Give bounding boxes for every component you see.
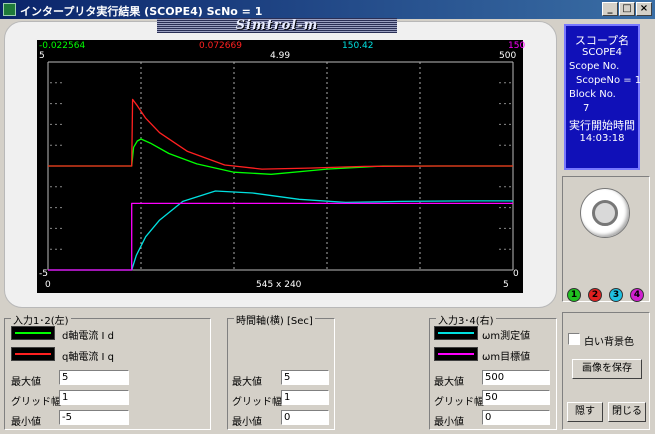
series-line-4 <box>48 202 513 271</box>
input12-grid-field[interactable]: 1 <box>59 390 129 405</box>
input34-legend1-swatch <box>434 326 478 340</box>
time-axis-group: 時間軸(横) [Sec] 最大値 5 グリッド幅 1 最小値 0 <box>227 312 335 430</box>
scope-frame: Simtrol-m -0.022564 0.072669 150.42 150 … <box>4 18 557 308</box>
start-time-value: 14:03:18 <box>579 133 625 144</box>
input12-title: 入力1･2(左) <box>11 312 71 327</box>
white-background-checkbox[interactable] <box>568 333 580 345</box>
input12-max-field[interactable]: 5 <box>59 370 129 385</box>
start-time-label: 実行開始時間 <box>569 119 635 132</box>
input34-legend2-swatch <box>434 347 478 361</box>
input34-title: 入力3･4(右) <box>436 312 496 327</box>
input34-min-label: 最小値 <box>434 417 464 428</box>
time-axis-title: 時間軸(横) [Sec] <box>234 312 315 327</box>
readout-ch1: -0.022564 <box>39 41 86 51</box>
input12-group: 入力1･2(左) d軸電流 I d q軸電流 I q 最大値 5 グリッド幅 1… <box>4 312 211 430</box>
input12-legend1-swatch <box>11 326 55 340</box>
input12-min-label: 最小値 <box>11 417 41 428</box>
scope-screen: -0.022564 0.072669 150.42 150 5 4.99 500… <box>37 40 526 293</box>
time-min-field[interactable]: 0 <box>281 410 329 425</box>
input34-legend2: ωm目標値 <box>482 352 531 363</box>
scope-plot <box>47 61 514 271</box>
time-min-label: 最小値 <box>232 417 262 428</box>
readout-ch4: 150 <box>508 41 526 51</box>
scope-no-value: ScopeNo = 1 <box>576 75 642 86</box>
scope-name-value: SCOPE4 <box>582 47 622 58</box>
readout-ch2: 0.072669 <box>199 41 242 51</box>
scope-info-panel: スコープ名 SCOPE4 Scope No. ScopeNo = 1 Block… <box>564 24 642 170</box>
time-max-label: 最大値 <box>232 377 262 388</box>
logo-banner: Simtrol-m <box>157 18 397 33</box>
input12-legend2: q軸電流 I q <box>62 352 115 363</box>
input34-max-label: 最大値 <box>434 377 464 388</box>
close-button[interactable]: 閉じる <box>608 402 646 422</box>
time-grid-field[interactable]: 1 <box>281 390 329 405</box>
y2-axis-min-label: 0 <box>513 269 519 279</box>
x-axis-max-label: 5 <box>503 280 509 290</box>
scope-name-label: スコープ名 <box>574 34 630 47</box>
input12-grid-label: グリッド幅 <box>11 397 61 408</box>
window-title: インタープリタ実行結果 (SCOPE4) ScNo = 1 <box>20 5 263 18</box>
knob-center <box>592 200 618 226</box>
input34-max-field[interactable]: 500 <box>482 370 550 385</box>
maximize-button[interactable]: □ <box>619 2 635 16</box>
resolution-label: 545 x 240 <box>256 280 302 290</box>
time-grid-label: グリッド幅 <box>232 397 282 408</box>
readout-ch3: 150.42 <box>342 41 374 51</box>
time-max-field[interactable]: 5 <box>281 370 329 385</box>
logo-text: Simtrol-m <box>235 18 319 33</box>
series-line-2 <box>48 98 513 170</box>
input12-legend2-swatch <box>11 347 55 361</box>
input12-legend1: d軸電流 I d <box>62 331 115 342</box>
minimize-button[interactable]: _ <box>602 2 618 16</box>
block-no-label: Block No. <box>569 89 616 100</box>
hide-button[interactable]: 隠す <box>567 402 603 422</box>
input34-min-field[interactable]: 0 <box>482 410 550 425</box>
y-axis-max-label: 5 <box>39 51 45 61</box>
title-bar: インタープリタ実行結果 (SCOPE4) ScNo = 1 _ □ × <box>0 0 655 19</box>
block-no-value: 7 <box>583 103 590 114</box>
input12-max-label: 最大値 <box>11 377 41 388</box>
channel-3-toggle[interactable]: 3 <box>609 288 623 302</box>
input12-min-field[interactable]: -5 <box>59 410 129 425</box>
scope-no-label: Scope No. <box>569 61 620 72</box>
rotary-knob[interactable] <box>580 188 630 238</box>
save-image-button[interactable]: 画像を保存 <box>572 359 642 379</box>
knob-panel: 1 2 3 4 <box>562 176 650 302</box>
app-icon <box>3 3 16 16</box>
input34-legend1: ωm測定値 <box>482 331 531 342</box>
controls-group: 白い背景色 画像を保存 隠す 閉じる <box>562 312 650 430</box>
x-axis-min-label: 0 <box>45 280 51 290</box>
white-background-label: 白い背景色 <box>584 337 634 348</box>
input34-group: 入力3･4(右) ωm測定値 ωm目標値 最大値 500 グリッド幅 50 最小… <box>429 312 557 430</box>
input34-grid-label: グリッド幅 <box>434 397 484 408</box>
y-axis-min-label: -5 <box>39 269 48 279</box>
cursor-time-label: 4.99 <box>270 51 291 61</box>
close-window-button[interactable]: × <box>636 2 652 16</box>
input34-grid-field[interactable]: 50 <box>482 390 550 405</box>
channel-2-toggle[interactable]: 2 <box>588 288 602 302</box>
channel-4-toggle[interactable]: 4 <box>630 288 644 302</box>
channel-1-toggle[interactable]: 1 <box>567 288 581 302</box>
y2-axis-max-label: 500 <box>499 51 517 61</box>
